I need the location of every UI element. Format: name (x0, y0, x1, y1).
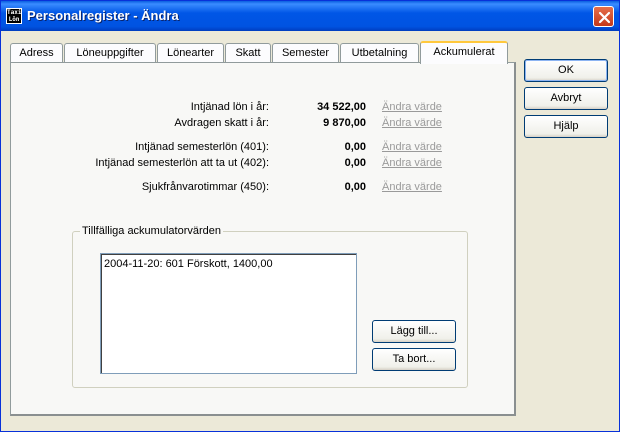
title-bar[interactable]: Taxi Lön Personalregister - Ändra (1, 1, 619, 31)
cancel-button[interactable]: Avbryt (524, 87, 608, 110)
dialog-window: Taxi Lön Personalregister - Ändra Adress… (0, 0, 620, 432)
sick-hours-value: 0,00 (344, 181, 366, 193)
tab-semester[interactable]: Semester (272, 43, 339, 63)
earned-salary-value: 34 522,00 (317, 101, 366, 113)
temp-accumulators-title: Tillfälliga ackumulatorvärden (80, 225, 223, 237)
add-button[interactable]: Lägg till... (372, 320, 456, 343)
deducted-tax-value: 9 870,00 (323, 117, 366, 129)
earned-salary-label: Intjänad lön i år: (190, 101, 269, 113)
tab-panel-ackumulerat: Intjänad lön i år: 34 522,00 Ändra värde… (10, 62, 516, 416)
vacation-pay-withdraw-change-link[interactable]: Ändra värde (382, 157, 442, 169)
window-title: Personalregister - Ändra (27, 8, 179, 23)
vacation-pay-value: 0,00 (344, 141, 366, 153)
deducted-tax-change-link[interactable]: Ändra värde (382, 117, 442, 129)
temp-accumulators-list[interactable]: 2004-11-20: 601 Förskott, 1400,00 (100, 253, 357, 374)
app-icon-text-2: Lön (8, 16, 20, 23)
ok-button[interactable]: OK (524, 59, 608, 82)
earned-salary-change-link[interactable]: Ändra värde (382, 101, 442, 113)
help-button[interactable]: Hjälp (524, 115, 608, 138)
tab-ackumulerat[interactable]: Ackumulerat (420, 41, 508, 64)
vacation-pay-withdraw-value: 0,00 (344, 157, 366, 169)
close-button[interactable] (593, 6, 614, 27)
vacation-pay-change-link[interactable]: Ändra värde (382, 141, 442, 153)
deducted-tax-label: Avdragen skatt i år: (174, 117, 269, 129)
sick-hours-label: Sjukfrånvarotimmar (450): (141, 181, 269, 193)
tab-loneuppgifter[interactable]: Löneuppgifter (64, 43, 156, 63)
remove-button[interactable]: Ta bort... (372, 348, 456, 371)
sick-hours-change-link[interactable]: Ändra värde (382, 181, 442, 193)
vacation-pay-label: Intjänad semesterlön (401): (135, 141, 269, 153)
tab-skatt[interactable]: Skatt (225, 43, 271, 63)
list-item[interactable]: 2004-11-20: 601 Förskott, 1400,00 (104, 258, 273, 270)
tab-utbetalning[interactable]: Utbetalning (340, 43, 419, 63)
tab-lonearter[interactable]: Lönearter (157, 43, 224, 63)
app-icon-text-1: Taxi (7, 9, 22, 16)
tab-adress[interactable]: Adress (10, 43, 63, 63)
vacation-pay-withdraw-label: Intjänad semesterlön att ta ut (402): (95, 157, 269, 169)
close-icon (598, 11, 611, 24)
app-icon: Taxi Lön (6, 8, 22, 24)
